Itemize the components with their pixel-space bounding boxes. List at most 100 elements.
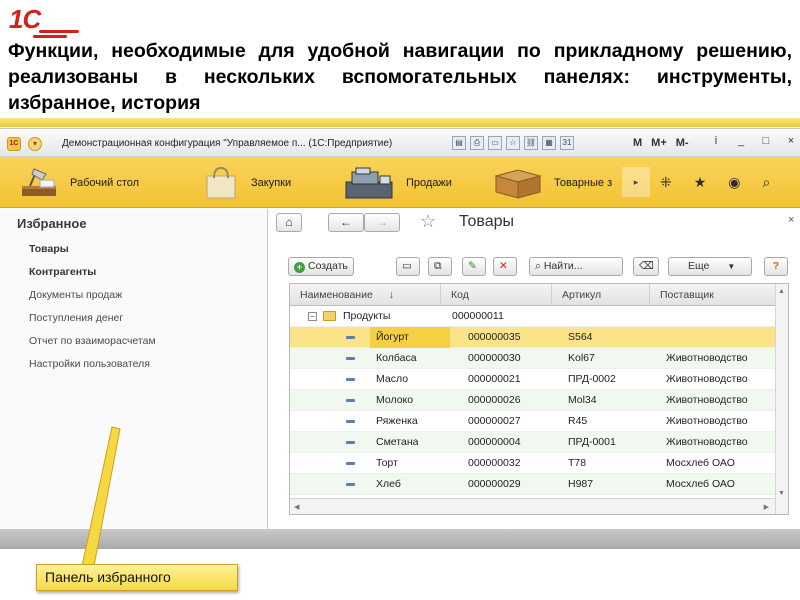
preview-icon[interactable]: ▭ [488, 136, 502, 150]
table-row[interactable]: Йогурт 000000035 S564 [290, 327, 775, 348]
table-row[interactable]: Молоко 000000026 Mol34 Животноводство [290, 390, 775, 411]
cell-name: Продукты [343, 310, 391, 322]
section-desktop[interactable]: Рабочий стол [20, 157, 139, 208]
sections-scroll-right-icon[interactable]: ▸ [622, 167, 650, 197]
maximize-button[interactable]: □ [758, 135, 774, 147]
calculator-icon[interactable]: ▦ [542, 136, 556, 150]
scroll-down-icon[interactable]: ▼ [778, 490, 785, 497]
favorites-item-counterparties[interactable]: Контрагенты [29, 266, 96, 278]
column-header-name[interactable]: Наименование ↓ [290, 284, 441, 306]
create-folder-icon[interactable]: ▭ [396, 257, 420, 276]
header-divider [0, 118, 800, 127]
cell-name: Молоко [376, 394, 414, 406]
close-button[interactable]: × [783, 135, 799, 147]
print-icon[interactable]: ⎙ [470, 136, 484, 150]
vertical-scrollbar[interactable]: ▲ ▼ [775, 284, 788, 514]
favorites-icon[interactable]: ★ [694, 174, 707, 191]
cell-name: Торт [376, 457, 398, 469]
folder-icon [323, 311, 336, 321]
cell-code: 000000026 [468, 394, 521, 406]
cell-supplier: Животноводство [666, 373, 748, 385]
shopping-bag-icon [201, 166, 241, 200]
home-button[interactable]: ⌂ [276, 213, 302, 232]
column-header-supplier[interactable]: Поставщик [650, 284, 775, 306]
link-icon[interactable]: ⛓ [524, 136, 538, 150]
column-header-article[interactable]: Артикул [552, 284, 650, 306]
search-icon[interactable]: ⌕ [763, 174, 771, 191]
table-row[interactable]: Ряженка 000000027 R45 Животноводство [290, 411, 775, 432]
cell-article: R45 [568, 415, 588, 427]
favorites-item-sales-documents[interactable]: Документы продаж [29, 289, 122, 301]
slide-heading: Функции, необходимые для удобной навигац… [8, 40, 792, 114]
function-menu-icon[interactable]: ⁜ [660, 174, 672, 191]
favorites-add-icon[interactable]: ☆ [506, 136, 520, 150]
form-close-icon[interactable]: × [788, 214, 794, 226]
item-icon [346, 357, 355, 360]
delete-icon[interactable]: ✕ [493, 257, 517, 276]
collapse-icon[interactable]: − [308, 312, 317, 321]
history-icon[interactable]: ◉ [728, 174, 740, 191]
table-row[interactable]: Масло 000000021 ПРД-0002 Животноводство [290, 369, 775, 390]
cell-supplier: Животноводство [666, 415, 748, 427]
slide-header: 1С Функции, необходимые для удобной нави… [0, 0, 800, 128]
favorites-panel-callout: Панель избранного [36, 564, 238, 591]
memory-store-button[interactable]: M [633, 137, 642, 149]
item-icon [346, 462, 355, 465]
forward-button[interactable]: → [364, 213, 400, 232]
section-warehouse[interactable]: Товарные з [492, 157, 612, 208]
cash-register-icon [342, 166, 396, 200]
table-row-group[interactable]: − Продукты 000000011 [290, 306, 775, 327]
table-row[interactable]: Торт 000000032 T78 Мосхлеб ОАО [290, 453, 775, 474]
help-button[interactable]: ? [764, 257, 788, 276]
cell-supplier: Мосхлеб ОАО [666, 478, 735, 490]
minimize-button[interactable]: _ [733, 135, 749, 147]
scroll-right-icon[interactable]: ▶ [764, 503, 769, 511]
create-label: Создать [308, 260, 348, 272]
calendar-icon[interactable]: 31 [560, 136, 574, 150]
more-label: Еще [688, 260, 710, 272]
1c-logo: 1С [9, 6, 79, 38]
save-icon[interactable]: ▤ [452, 136, 466, 150]
section-purchases[interactable]: Закупки [201, 157, 291, 208]
copy-icon[interactable]: ⧉ [428, 257, 452, 276]
favorites-item-settlements-report[interactable]: Отчет по взаиморасчетам [29, 335, 156, 347]
favorites-item-user-settings[interactable]: Настройки пользователя [29, 358, 150, 370]
memory-add-button[interactable]: M+ [651, 137, 667, 149]
cell-name: Сметана [376, 436, 419, 448]
box-icon [492, 166, 544, 200]
create-button[interactable]: + Создать [288, 257, 354, 276]
back-button[interactable]: ← [328, 213, 364, 232]
column-header-code[interactable]: Код [441, 284, 552, 306]
more-button[interactable]: Еще ▼ [668, 257, 752, 276]
form-title: Товары [459, 213, 515, 230]
table-row[interactable]: Сметана 000000004 ПРД-0001 Животноводств… [290, 432, 775, 453]
main-menu-icon[interactable]: ▾ [28, 137, 42, 151]
scroll-up-icon[interactable]: ▲ [778, 288, 785, 295]
cell-supplier: Животноводство [666, 436, 748, 448]
cancel-search-icon[interactable]: ⌫ [633, 257, 659, 276]
favorites-item-cash-receipts[interactable]: Поступления денег [29, 312, 123, 324]
table-row[interactable]: Хлеб 000000029 H987 Мосхлеб ОАО [290, 474, 775, 495]
section-sales[interactable]: Продажи [342, 157, 452, 208]
cell-supplier: Мосхлеб ОАО [666, 457, 735, 469]
info-icon[interactable]: i [708, 135, 724, 147]
table-row[interactable]: Колбаса 000000030 Kol67 Животноводство [290, 348, 775, 369]
app-icon[interactable]: 1С [7, 137, 21, 151]
memory-subtract-button[interactable]: M- [676, 137, 689, 149]
cell-article: ПРД-0001 [568, 436, 616, 448]
favorites-item-goods[interactable]: Товары [29, 243, 69, 255]
cell-code: 000000004 [468, 436, 521, 448]
window-title: Демонстрационная конфигурация "Управляем… [62, 138, 393, 149]
cell-code: 000000035 [468, 331, 521, 343]
find-button[interactable]: ⌕ Найти... [529, 257, 623, 276]
edit-icon[interactable]: ✎ [462, 257, 486, 276]
magnifier-icon: ⌕ [535, 260, 544, 272]
cell-supplier [666, 327, 773, 348]
plus-icon: + [294, 262, 305, 273]
table-header: Наименование ↓ Код Артикул Поставщик [290, 284, 775, 306]
add-to-favorites-star-icon[interactable]: ☆ [420, 211, 436, 232]
horizontal-scrollbar[interactable]: ◀ ▶ [290, 498, 775, 514]
scroll-left-icon[interactable]: ◀ [294, 503, 299, 511]
cell-code: 000000021 [468, 373, 521, 385]
section-label: Рабочий стол [70, 176, 140, 189]
